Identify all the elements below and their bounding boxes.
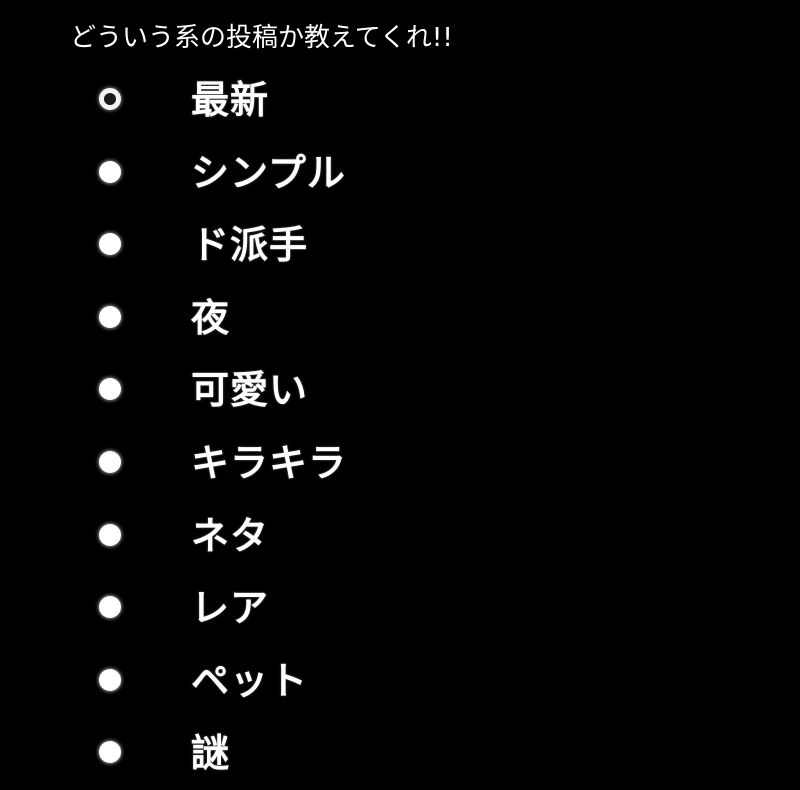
poll-option-label: ペット — [191, 657, 309, 703]
poll-option-label: レア — [191, 585, 270, 631]
radio-selected-icon[interactable] — [99, 88, 121, 110]
radio-unselected-icon[interactable] — [99, 596, 121, 619]
poll-option-simple[interactable]: シンプル — [0, 137, 800, 210]
poll-option-dohade[interactable]: ド派手 — [0, 209, 800, 282]
poll-option-label: ネタ — [191, 512, 270, 558]
radio-unselected-icon[interactable] — [99, 233, 121, 256]
poll-option-kawaii[interactable]: 可愛い — [0, 354, 800, 427]
radio-unselected-icon[interactable] — [99, 523, 121, 546]
poll-option-rare[interactable]: レア — [0, 572, 800, 645]
poll-option-kirakira[interactable]: キラキラ — [0, 427, 800, 500]
radio-unselected-icon[interactable] — [99, 305, 121, 328]
poll-option-neta[interactable]: ネタ — [0, 500, 800, 573]
radio-unselected-icon[interactable] — [99, 160, 121, 183]
poll-option-pet[interactable]: ペット — [0, 645, 800, 718]
poll-option-saishin[interactable]: 最新 — [0, 64, 800, 137]
poll-option-label: シンプル — [191, 149, 346, 195]
poll-options-list: 最新 シンプル ド派手 夜 可愛い キラキラ ネタ レア ペット 謎 — [0, 64, 800, 790]
radio-unselected-icon[interactable] — [99, 378, 121, 401]
radio-unselected-icon[interactable] — [99, 741, 121, 764]
radio-unselected-icon[interactable] — [99, 450, 121, 473]
poll-question: どういう系の投稿か教えてくれ!! — [70, 23, 453, 53]
radio-unselected-icon[interactable] — [99, 668, 121, 691]
poll-option-label: 最新 — [191, 77, 270, 122]
poll-option-nazo[interactable]: 謎 — [0, 717, 800, 790]
poll-option-label: キラキラ — [191, 439, 348, 485]
poll-option-label: ド派手 — [191, 222, 309, 268]
poll-option-label: 夜 — [191, 294, 231, 340]
poll-option-yoru[interactable]: 夜 — [0, 282, 800, 355]
poll-option-label: 可愛い — [191, 367, 309, 413]
poll-option-label: 謎 — [191, 730, 231, 776]
